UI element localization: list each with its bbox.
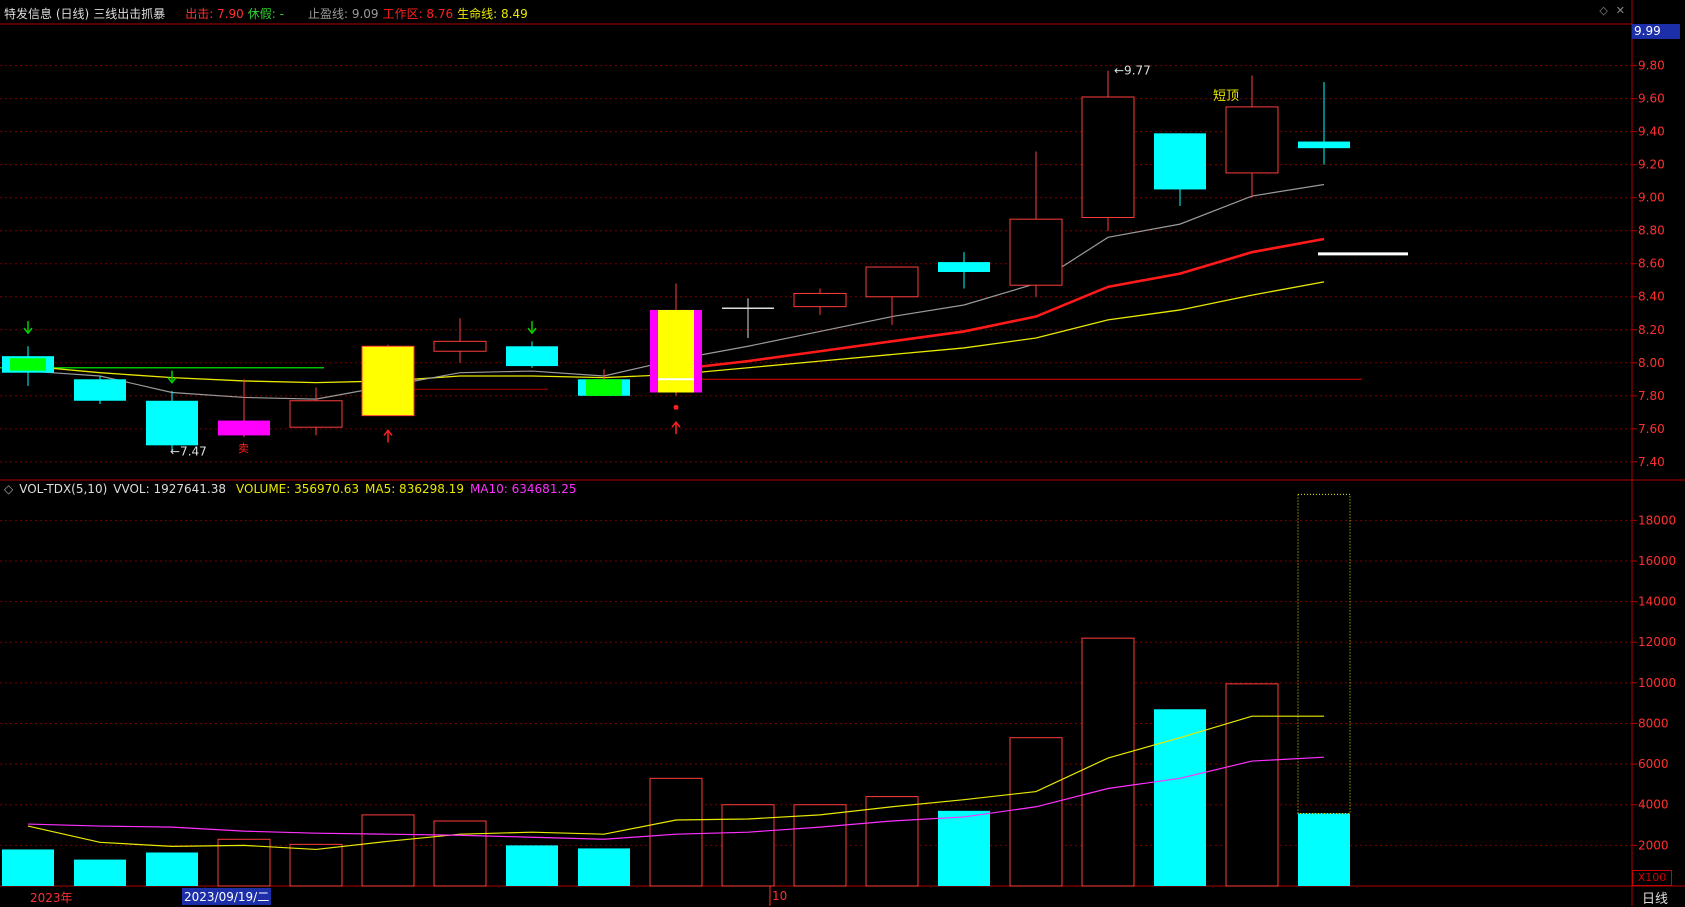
volume-bar <box>1225 683 1279 887</box>
short-top-label: 短顶 <box>1213 89 1239 104</box>
volume-value: VOLUME: 356970.63 <box>236 482 359 496</box>
volume-bar <box>506 845 558 886</box>
price-tick-label: 8.40 <box>1638 290 1665 304</box>
virtual-volume-bar <box>1297 493 1351 814</box>
volume-bar <box>865 796 919 887</box>
volume-bar <box>649 777 703 887</box>
indicator-name[interactable]: 三线出击抓暴 <box>93 5 165 22</box>
price-tick-label: 8.80 <box>1638 224 1665 238</box>
volume-bar <box>74 859 126 886</box>
expand-icon[interactable]: ◇ <box>4 482 13 496</box>
volume-bar <box>793 804 847 887</box>
price-tick-label: 7.40 <box>1638 455 1665 469</box>
price-tick-label: 9.60 <box>1638 92 1665 106</box>
volume-tick-label: 8000 <box>1638 716 1669 730</box>
ma-work-line <box>675 237 1325 371</box>
volume-indicator-title[interactable]: VOL-TDX(5,10) <box>19 482 107 496</box>
candle-body <box>1081 96 1135 219</box>
volume-tick-label: 14000 <box>1638 595 1676 609</box>
volume-bar <box>1154 709 1206 886</box>
header-item-shengmingxian: 生命线: 8.49 <box>457 6 528 21</box>
volume-tick-label: 10000 <box>1638 676 1676 690</box>
volume-bar <box>1081 637 1135 887</box>
volume-bar <box>2 849 54 886</box>
price-tick-label: 8.00 <box>1638 356 1665 370</box>
candle-body <box>218 420 270 436</box>
current-price-tag: 9.99 <box>1632 24 1680 39</box>
period-tab[interactable]: 日线 <box>1642 888 1668 907</box>
candle-body-inner <box>586 379 622 396</box>
volume-tick-label: 4000 <box>1638 798 1669 812</box>
close-icon[interactable]: ✕ <box>1616 4 1625 17</box>
volume-bar <box>361 814 415 887</box>
volume-tick-label: 18000 <box>1638 513 1676 527</box>
price-tick-label: 9.40 <box>1638 125 1665 139</box>
price-tick-label: 9.80 <box>1638 59 1665 73</box>
header-item-chuji: 出击: 7.90 <box>185 6 244 21</box>
price-tick-label: 8.60 <box>1638 257 1665 271</box>
candle-body <box>289 400 343 428</box>
price-tick-label: 7.80 <box>1638 389 1665 403</box>
chart-header: 特发信息 (日线) 三线出击抓暴 出击: 7.90 休假: - 止盈线: 9.0… <box>0 0 1632 26</box>
candle-body <box>1225 106 1279 174</box>
signal-dot <box>673 404 679 410</box>
volume-bar <box>146 852 198 886</box>
volume-bar <box>1009 737 1063 887</box>
candle-body <box>433 340 487 352</box>
stock-title[interactable]: 特发信息 (日线) <box>4 5 89 22</box>
volume-bar <box>1298 813 1350 886</box>
volume-multiplier: X100 <box>1632 870 1672 886</box>
date-cursor: 2023/09/19/二 <box>182 888 272 905</box>
header-item-xiujia: 休假: - <box>247 6 284 21</box>
low-annotation: ←7.47 <box>170 444 207 458</box>
price-tick-label: 8.20 <box>1638 323 1665 337</box>
date-axis: 2023年 2023/09/19/二 10 <box>0 886 1685 906</box>
header-item-gongzuoqu: 工作区: 8.76 <box>382 6 454 21</box>
candle-body <box>1009 218 1063 286</box>
volume-tick-label: 6000 <box>1638 757 1669 771</box>
vvol-value: VVOL: 1927641.38 <box>113 482 226 496</box>
date-year: 2023年 <box>30 891 73 905</box>
volume-tick-label: 2000 <box>1638 838 1669 852</box>
candle-body <box>938 262 990 272</box>
candle-body <box>1154 133 1206 190</box>
sell-label: 卖 <box>238 442 249 455</box>
candle-body <box>146 400 198 446</box>
vol-ma10-value: MA10: 634681.25 <box>469 482 577 496</box>
volume-bar <box>289 843 343 887</box>
volume-header: ◇ VOL-TDX(5,10) VVOL: 1927641.38 VOLUME:… <box>0 480 583 498</box>
volume-tick-label: 16000 <box>1638 554 1676 568</box>
volume-tick-label: 12000 <box>1638 635 1676 649</box>
diamond-icon[interactable]: ◇ <box>1599 4 1607 17</box>
header-item-zhiying: 止盈线: 9.09 <box>307 6 379 21</box>
date-month: 10 <box>772 889 788 903</box>
volume-bar <box>433 820 487 887</box>
high-annotation: ←9.77 <box>1114 64 1151 78</box>
candle-body <box>506 346 558 367</box>
chart-canvas[interactable]: 7.40 7.60 7.80 8.00 8.20 8.40 8.60 8.80 9.00 9.20… <box>0 0 1685 906</box>
price-tick-label: 7.60 <box>1638 422 1665 436</box>
window-controls: ◇ ✕ <box>1599 4 1625 17</box>
price-tick-label: 9.00 <box>1638 191 1665 205</box>
volume-bar <box>578 848 630 886</box>
candle-body <box>793 292 847 308</box>
candle-body <box>361 345 415 417</box>
vol-ma5-value: MA5: 836298.19 <box>365 482 464 496</box>
volume-bar <box>721 804 775 887</box>
candle-body <box>1298 141 1350 149</box>
volume-bar <box>938 810 990 886</box>
price-tick-label: 9.20 <box>1638 158 1665 172</box>
candle-body <box>865 266 919 298</box>
candle-body-inner <box>10 358 46 371</box>
candle-body <box>74 379 126 401</box>
